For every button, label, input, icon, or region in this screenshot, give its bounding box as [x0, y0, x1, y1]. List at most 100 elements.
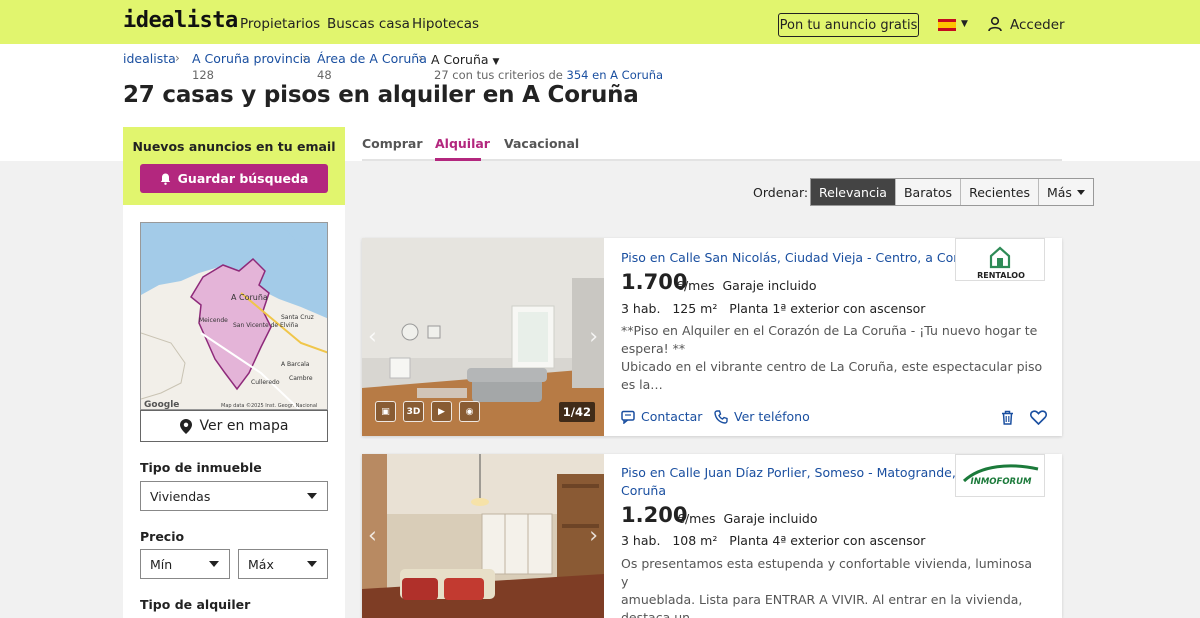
caret-down-icon — [307, 493, 317, 499]
criteria-summary: 27 con tus criterios de 354 en A Coruña — [434, 68, 663, 82]
map-preview[interactable]: A Coruña Meicende San Vicente de Elviña … — [140, 222, 328, 410]
breadcrumb-province-count: 128 — [192, 68, 214, 82]
listing-photo[interactable]: ‹ › — [362, 454, 604, 618]
trash-icon[interactable] — [1001, 410, 1014, 425]
price-min-select[interactable]: Mín — [140, 549, 230, 579]
view-phone-button[interactable]: Ver teléfono — [714, 409, 810, 424]
prev-photo-arrow[interactable]: ‹ — [368, 524, 377, 549]
contact-button[interactable]: Contactar — [621, 409, 702, 424]
idealista-logo[interactable]: idealista — [123, 8, 238, 33]
garage-included: Garaje incluido — [722, 278, 817, 293]
save-search-button[interactable]: Guardar búsqueda — [140, 164, 328, 193]
property-type-select[interactable]: Viviendas — [140, 481, 328, 511]
price-unit: €/mes — [677, 511, 716, 526]
agency-name: RENTALOO — [977, 271, 1025, 280]
breadcrumb-current-label: A Coruña — [431, 52, 489, 67]
tab-alquilar[interactable]: Alquilar — [435, 136, 490, 151]
heart-icon[interactable] — [1030, 410, 1047, 425]
listing-description[interactable]: **Piso en Alquiler en el Corazón de La C… — [621, 322, 1051, 394]
chevron-down-icon: ▼ — [492, 57, 500, 67]
next-photo-arrow[interactable]: › — [589, 325, 598, 350]
agency-logo-rentaloo[interactable]: RENTALOO — [955, 238, 1045, 281]
spain-flag-icon[interactable] — [938, 19, 956, 31]
listing-title[interactable]: Piso en Calle Juan Díaz Porlier, Someso … — [621, 464, 967, 500]
location-icon[interactable]: ◉ — [459, 401, 480, 422]
rentaloo-logo: RENTALOO — [977, 246, 1025, 280]
description-line: amueblada. Lista para ENTRAR A VIVIR. Al… — [621, 592, 1023, 618]
listing-title[interactable]: Piso en Calle San Nicolás, Ciudad Vieja … — [621, 249, 982, 267]
video-icon[interactable]: ▶ — [431, 401, 452, 422]
language-caret-icon[interactable]: ▼ — [961, 19, 968, 29]
agency-logo-inmoforum[interactable]: INMOFORUM — [955, 454, 1045, 497]
description-line: Ubicado en el vibrante centro de La Coru… — [621, 359, 1043, 392]
bell-icon — [160, 173, 170, 185]
garage-included: Garaje incluido — [723, 511, 818, 526]
price-max-value: Máx — [248, 556, 274, 572]
save-search-label: Guardar búsqueda — [177, 171, 309, 186]
sort-label: Ordenar: — [753, 185, 809, 200]
map-pin-icon — [179, 418, 192, 434]
caret-down-icon — [209, 561, 219, 567]
floor-plan-icon[interactable]: ▣ — [375, 401, 396, 422]
email-alert-title: Nuevos anuncios en tu email — [132, 139, 336, 154]
map-attribution: Map data ©2025 Inst. Geogr. Nacional — [221, 402, 317, 409]
photo-tools: ▣ 3D ▶ ◉ — [375, 401, 480, 422]
listing-description[interactable]: Os presentamos esta estupenda y conforta… — [621, 555, 1041, 618]
next-photo-arrow[interactable]: › — [589, 524, 598, 549]
active-tab-indicator — [435, 158, 481, 161]
map-label-culleredo: Culleredo — [251, 379, 280, 386]
caret-down-icon — [1076, 189, 1085, 195]
property-type-label: Tipo de inmueble — [140, 460, 262, 475]
sort-options: Relevancia Baratos Recientes Más — [810, 178, 1094, 206]
top-bar: idealista Propietarios Buscas casa Hipot… — [0, 0, 1200, 44]
caret-down-icon — [307, 561, 317, 567]
tab-vacacional[interactable]: Vacacional — [504, 136, 579, 151]
listing-price-extra: €/mes Garaje incluido — [677, 511, 818, 526]
criteria-link[interactable]: 354 en A Coruña — [567, 68, 664, 82]
view-map-label: Ver en mapa — [199, 418, 289, 434]
map-label-meicende: Meicende — [199, 317, 228, 324]
sort-relevance[interactable]: Relevancia — [811, 179, 895, 205]
map-label-san-vicente: San Vicente de Elviña — [233, 322, 298, 329]
user-icon[interactable] — [988, 16, 1002, 32]
map-graphic: A Coruña Meicende San Vicente de Elviña … — [141, 223, 327, 409]
nav-buscas-casa[interactable]: Buscas casa — [327, 16, 410, 32]
nav-propietarios[interactable]: Propietarios — [240, 16, 320, 32]
prev-photo-arrow[interactable]: ‹ — [368, 325, 377, 350]
breadcrumb-home[interactable]: idealista — [123, 51, 176, 66]
view-map-button[interactable]: Ver en mapa — [140, 410, 328, 442]
description-line: Os presentamos esta estupenda y conforta… — [621, 556, 1033, 589]
criteria-prefix: 27 con tus criterios de — [434, 68, 563, 82]
map-label-santa-cruz: Santa Cruz — [281, 314, 314, 321]
login-link[interactable]: Acceder — [1010, 17, 1065, 33]
listing-title-line: Piso en Calle Juan Díaz Porlier, Someso … — [621, 465, 968, 480]
agency-name: INMOFORUM — [971, 477, 1032, 487]
breadcrumb-separator: › — [418, 51, 423, 65]
map-label-cambre: Cambre — [289, 375, 313, 382]
contact-label: Contactar — [641, 409, 703, 424]
breadcrumb-province[interactable]: A Coruña provincia — [192, 51, 311, 66]
listing-card[interactable]: ‹ › Piso en Calle Juan Díaz Porlier, Som… — [362, 454, 1062, 618]
price-min-value: Mín — [150, 556, 173, 572]
nav-hipotecas[interactable]: Hipotecas — [412, 16, 479, 32]
property-type-value: Viviendas — [150, 488, 211, 504]
inmoforum-logo: INMOFORUM — [962, 464, 1039, 487]
listing-photo[interactable]: ‹ › ▣ 3D ▶ ◉ 1/42 — [362, 238, 604, 436]
description-line: **Piso en Alquiler en el Corazón de La C… — [621, 323, 1038, 356]
price-max-select[interactable]: Máx — [238, 549, 328, 579]
map-label-a-barcala: A Barcala — [281, 361, 310, 368]
tab-comprar[interactable]: Comprar — [362, 136, 423, 151]
breadcrumb-area[interactable]: Área de A Coruña — [317, 51, 427, 66]
3d-tour-icon[interactable]: 3D — [403, 401, 424, 422]
sort-more-dropdown[interactable]: Más — [1037, 179, 1093, 205]
breadcrumb-current-dropdown[interactable]: A Coruña ▼ — [431, 52, 499, 67]
breadcrumb-separator: › — [302, 51, 307, 65]
publish-ad-button[interactable]: Pon tu anuncio gratis — [778, 13, 919, 37]
listing-card[interactable]: ‹ › ▣ 3D ▶ ◉ 1/42 Piso en Calle San Nico… — [362, 238, 1062, 436]
price-label: Precio — [140, 529, 185, 544]
breadcrumb-separator: › — [175, 51, 180, 65]
listing-price-extra: €/mes Garaje incluido — [676, 278, 817, 293]
sort-cheapest[interactable]: Baratos — [894, 179, 961, 205]
listing-title-line: Coruña — [621, 483, 667, 498]
sort-recent[interactable]: Recientes — [960, 179, 1038, 205]
